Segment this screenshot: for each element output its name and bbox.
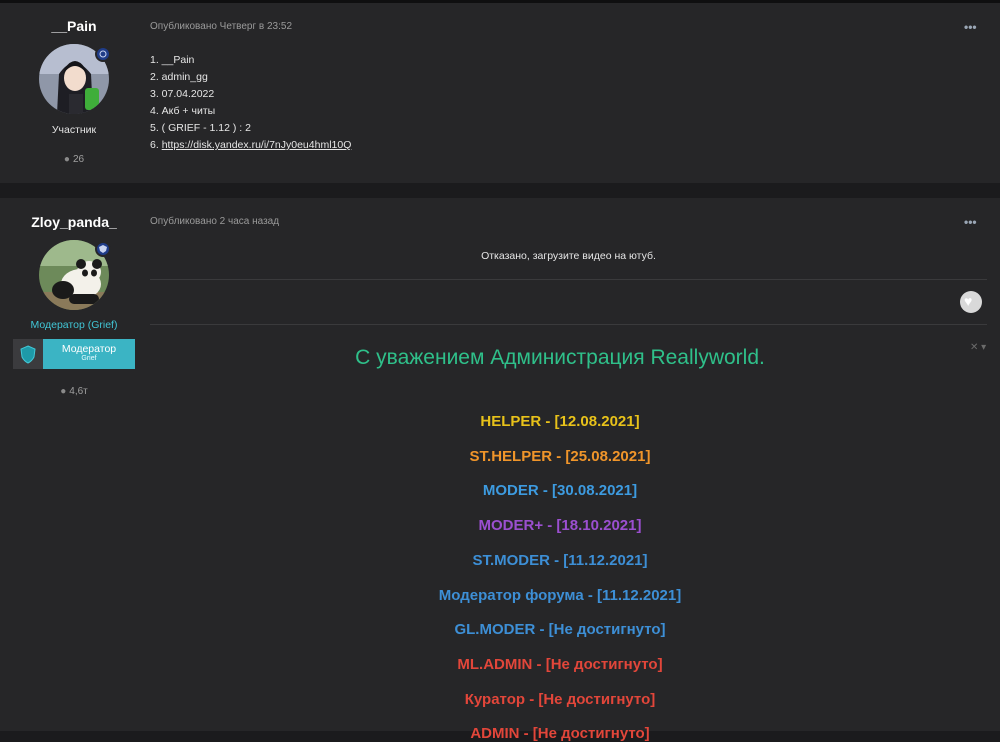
content-line: 2. admin_gg — [150, 71, 208, 83]
more-options-icon[interactable]: ••• — [964, 215, 977, 229]
link-prefix: 6. — [150, 139, 162, 151]
post-count: ● 4,6т — [0, 386, 148, 397]
post-count-value: 26 — [72, 154, 85, 165]
author-name[interactable]: Zloy_panda_ — [0, 214, 148, 230]
signature-rank-line: Куратор - [Не достигнуто] — [464, 690, 656, 708]
more-options-icon[interactable]: ••• — [964, 20, 977, 34]
signature-rank-line: Модератор форума - [11.12.2021] — [438, 586, 682, 604]
signature-rank-line: GL.MODER - [Не достигнуто] — [454, 621, 666, 639]
post-2: Zloy_panda_ Модератор (Grief) Модератор … — [0, 198, 1000, 742]
signature-rank-line: ST.HELPER - [25.08.2021] — [469, 447, 651, 465]
badge-title: Модератор — [61, 343, 117, 355]
badge-subtitle: Grief — [81, 355, 97, 362]
post-1: __Pain Участник ● 26 Опубликовано Четверг… — [0, 0, 1000, 183]
signature-rank-line: ADMIN - [Не достигнуто] — [470, 725, 650, 742]
group-badge-label: Модератор Grief — [43, 339, 135, 369]
shield-icon — [13, 339, 43, 369]
post-meta[interactable]: Опубликовано Четверг в 23:52 — [150, 21, 292, 32]
content-line: 5. ( GRIEF - 1.12 ) : 2 — [150, 122, 251, 134]
post-meta[interactable]: Опубликовано 2 часа назад — [150, 216, 279, 227]
signature-divider — [150, 324, 987, 325]
user-role: Участник — [51, 124, 97, 136]
signature-rank-line: ML.ADMIN - [Не достигнуто] — [457, 655, 663, 673]
heart-icon[interactable]: ♥ — [960, 291, 982, 313]
content-line: 3. 07.04.2022 — [150, 88, 215, 100]
signature-rank-line: HELPER - [12.08.2021] — [480, 413, 640, 430]
post-content: 1. __Pain 2. admin_gg 3. 07.04.2022 4. А… — [150, 52, 351, 154]
signature-rank-line: ST.MODER - [11.12.2021] — [472, 551, 648, 569]
content-line: 6. https://disk.yandex.ru/i/7nJy0eu4hml1… — [150, 137, 351, 154]
comment-bubble-icon: ● — [60, 386, 67, 397]
content-line: 4. Акб + читы — [150, 105, 216, 117]
signature-heading: С уважением Администрация Reallyworld. — [355, 346, 765, 369]
yandex-disk-link[interactable]: https://disk.yandex.ru/i/7nJy0eu4hml10Q — [162, 139, 352, 151]
user-role: Модератор (Grief) — [30, 319, 118, 331]
post-count: ● 26 — [0, 154, 148, 165]
rank-badge-icon — [95, 46, 111, 62]
signature-rank-line: MODER - [30.08.2021] — [482, 482, 638, 500]
comment-bubble-icon: ● — [63, 154, 70, 165]
post-count-value: 4,6т — [69, 386, 88, 397]
content-divider — [150, 279, 987, 280]
post-message: Отказано, загрузите видео на ютуб. — [481, 250, 656, 262]
content-line: 1. __Pain — [150, 54, 195, 66]
group-badge: Модератор Grief — [13, 339, 135, 369]
post-top-border — [0, 0, 1000, 3]
author-name[interactable]: __Pain — [0, 18, 148, 34]
close-signature-icon[interactable]: ✕ ▾ — [970, 342, 986, 353]
signature-rank-line: MODER+ - [18.10.2021] — [478, 517, 642, 535]
moderator-rank-icon — [95, 241, 111, 257]
